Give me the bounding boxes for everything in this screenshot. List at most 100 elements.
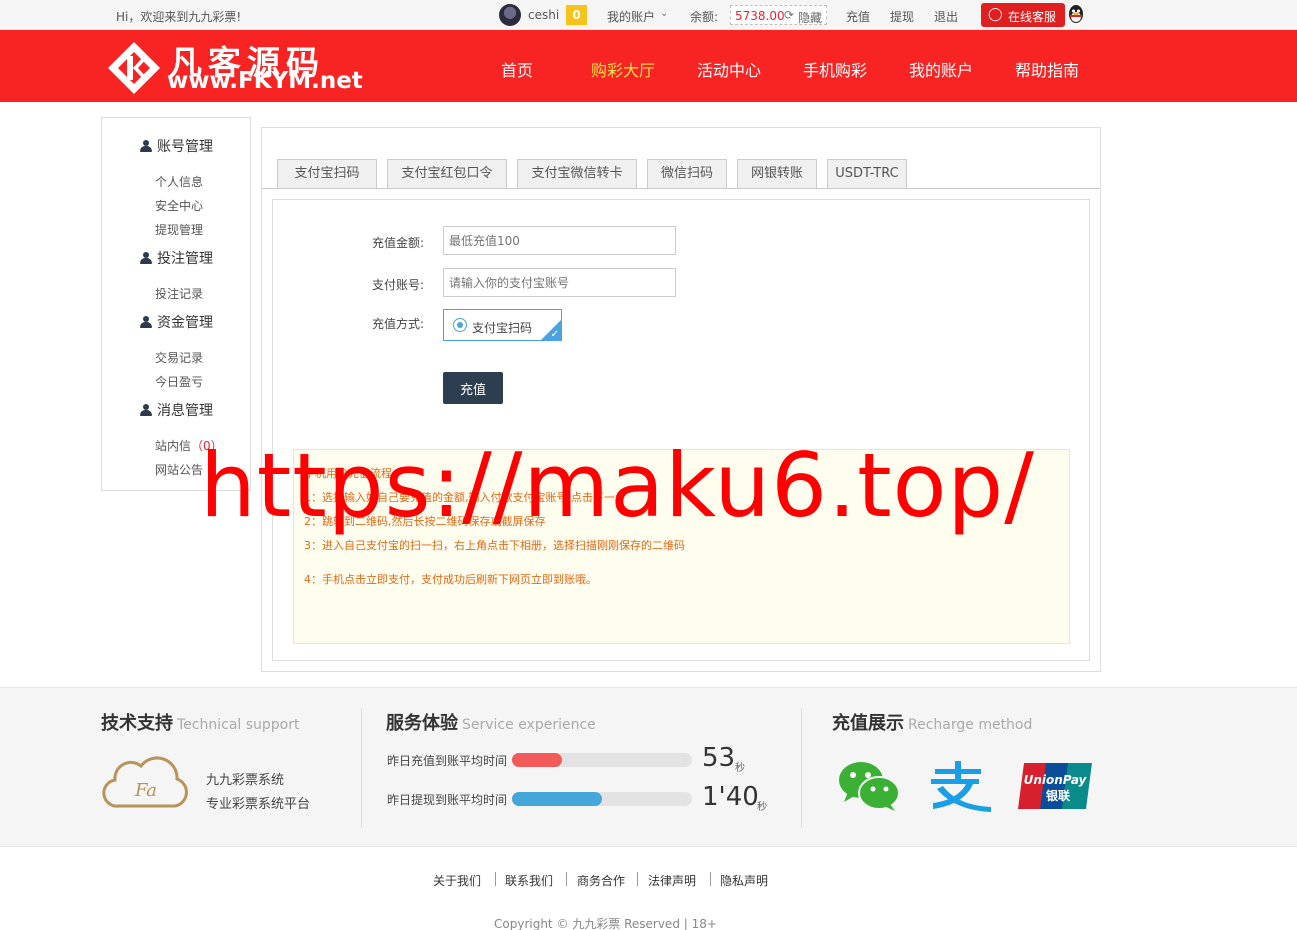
footer-link-privacy[interactable]: 隐私声明 bbox=[720, 872, 768, 889]
tab-bank-transfer[interactable]: 网银转账 bbox=[737, 159, 817, 189]
hide-balance-link[interactable]: 隐藏 bbox=[798, 9, 822, 26]
unionpay-text: UnionPay bbox=[1024, 773, 1088, 787]
footer-divider bbox=[801, 708, 802, 828]
footer-link-contact[interactable]: 联系我们 bbox=[505, 872, 553, 889]
recharge-time-bar bbox=[512, 753, 692, 767]
instruction-line: 4：手机点击立即支付，支付成功后刷新下网页立即到账哦。 bbox=[304, 573, 597, 586]
recharge-form-area: 充值金额: 支付账号: 充值方式: 支付宝扫码 ✓ 充值 手机用户充值流程: 1… bbox=[272, 199, 1090, 661]
footer-divider bbox=[361, 708, 362, 828]
online-service-button[interactable]: ◯ 在线客服 bbox=[981, 3, 1065, 27]
cloud-logo-icon: Fa bbox=[102, 756, 188, 808]
user-icon bbox=[140, 316, 152, 328]
sidebar-section-betting[interactable]: 投注管理 bbox=[140, 248, 213, 268]
top-bar: Hi，欢迎来到九九彩票! ceshi 0 我的账户 ⌄ 余额: 5738.00 … bbox=[0, 0, 1297, 30]
user-avatar[interactable] bbox=[499, 4, 521, 26]
tab-wechat-scan[interactable]: 微信扫码 bbox=[647, 159, 727, 189]
recharge-submit-button[interactable]: 充值 bbox=[443, 372, 503, 404]
instruction-line: 3：进入自己支付宝的扫一扫，右上角点击下相册，选择扫描刚刚保存的二维码 bbox=[304, 539, 685, 552]
footer-link-business[interactable]: 商务合作 bbox=[577, 872, 625, 889]
cloud-text: Fa bbox=[134, 780, 157, 801]
sidebar-section-title: 投注管理 bbox=[157, 251, 213, 267]
sidebar-section-title: 资金管理 bbox=[157, 315, 213, 331]
logo-mark-icon bbox=[108, 42, 160, 94]
tab-alipay-wechat-card[interactable]: 支付宝微信转卡 bbox=[517, 159, 637, 189]
pay-method-alipay-scan[interactable]: 支付宝扫码 ✓ bbox=[443, 309, 562, 341]
sidebar-item-security[interactable]: 安全中心 bbox=[155, 197, 203, 214]
footer-link-legal[interactable]: 法律声明 bbox=[648, 872, 696, 889]
method-label: 充值方式: bbox=[372, 317, 425, 331]
recharge-time-label: 昨日充值到账平均时间 bbox=[387, 754, 508, 768]
pay-account-input[interactable] bbox=[443, 268, 676, 297]
online-service-label: 在线客服 bbox=[1008, 10, 1057, 24]
my-account-menu[interactable]: 我的账户 bbox=[607, 8, 655, 25]
footer-info: 技术支持 Technical support Fa 九九彩票系统 专业彩票系统平台… bbox=[0, 687, 1297, 847]
site-logo[interactable]: 凡客源码 www.FKYM.net bbox=[101, 32, 365, 98]
wechat-icon bbox=[839, 762, 900, 811]
tab-usdt-trc[interactable]: USDT-TRC bbox=[827, 159, 907, 189]
welcome-text: Hi，欢迎来到九九彩票! bbox=[116, 10, 242, 24]
withdraw-time-value: 1'40 bbox=[702, 782, 759, 812]
footer-link-separator bbox=[566, 872, 567, 886]
copyright-text: Copyright © 九九彩票 Reserved | 18+ bbox=[494, 917, 717, 930]
sidebar-item-announcements[interactable]: 网站公告 bbox=[155, 461, 203, 478]
nav-my-account[interactable]: 我的账户 bbox=[909, 57, 973, 81]
nav-home[interactable]: 首页 bbox=[501, 57, 533, 81]
radio-selected-icon bbox=[453, 318, 467, 332]
amount-input[interactable] bbox=[443, 226, 676, 255]
sidebar-item-bet-records[interactable]: 投注记录 bbox=[155, 285, 203, 302]
withdraw-link[interactable]: 提现 bbox=[890, 8, 914, 25]
footer-link-separator bbox=[495, 872, 496, 886]
nav-help-guide[interactable]: 帮助指南 bbox=[1015, 57, 1079, 81]
recharge-methods-title: 充值展示 Recharge method bbox=[832, 709, 1032, 735]
service-title-cn: 服务体验 bbox=[386, 713, 458, 734]
vip-badge: 0 bbox=[566, 5, 587, 25]
user-icon bbox=[140, 404, 152, 416]
qq-penguin-icon[interactable] bbox=[1067, 4, 1085, 24]
recharge-link[interactable]: 充值 bbox=[846, 8, 870, 25]
sidebar-item-transactions[interactable]: 交易记录 bbox=[155, 349, 203, 366]
url-watermark: https://maku6.top/ bbox=[200, 434, 1035, 537]
recharge-panel: 支付宝扫码 支付宝红包口令 支付宝微信转卡 微信扫码 网银转账 USDT-TRC… bbox=[261, 127, 1101, 672]
unionpay-icon: UnionPay 银联 bbox=[1018, 763, 1092, 809]
tab-alipay-scan[interactable]: 支付宝扫码 bbox=[277, 159, 377, 189]
footer-link-separator bbox=[637, 872, 638, 886]
amount-label: 充值金额: bbox=[372, 236, 425, 250]
sidebar-section-title: 账号管理 bbox=[157, 139, 213, 155]
refresh-icon[interactable]: ⟳ bbox=[784, 8, 794, 22]
logout-link[interactable]: 退出 bbox=[934, 8, 958, 25]
tech-title-cn: 技术支持 bbox=[101, 713, 173, 734]
sidebar-section-title: 消息管理 bbox=[157, 403, 213, 419]
balance-value: 5738.00 bbox=[735, 9, 785, 23]
headset-icon: ◯ bbox=[988, 7, 1003, 22]
balance-label: 余额: bbox=[690, 10, 719, 24]
footer-link-separator bbox=[710, 872, 711, 886]
alipay-icon bbox=[931, 761, 991, 812]
sidebar-section-messages[interactable]: 消息管理 bbox=[140, 400, 213, 420]
balance-box: 5738.00 ⟳ 隐藏 bbox=[730, 5, 827, 25]
sidebar-item-today-pnl[interactable]: 今日盈亏 bbox=[155, 373, 203, 390]
sidebar-section-account[interactable]: 账号管理 bbox=[140, 136, 213, 156]
nav-activity-center[interactable]: 活动中心 bbox=[697, 57, 761, 81]
service-title-en: Service experience bbox=[462, 717, 596, 733]
recharge-time-fill bbox=[512, 753, 563, 767]
unionpay-cn-text: 银联 bbox=[1046, 788, 1070, 803]
account-label: 支付账号: bbox=[372, 278, 425, 292]
withdraw-time-bar bbox=[512, 792, 692, 806]
nav-mobile-lottery[interactable]: 手机购彩 bbox=[803, 57, 867, 81]
username[interactable]: ceshi bbox=[528, 8, 559, 22]
sidebar-section-funds[interactable]: 资金管理 bbox=[140, 312, 213, 332]
recharge-title-en: Recharge method bbox=[908, 717, 1033, 733]
sidebar-item-personal-info[interactable]: 个人信息 bbox=[155, 173, 203, 190]
footer-link-about[interactable]: 关于我们 bbox=[433, 872, 481, 889]
withdraw-time-label: 昨日提现到账平均时间 bbox=[387, 793, 508, 807]
tab-alipay-redpacket[interactable]: 支付宝红包口令 bbox=[387, 159, 507, 189]
logo-url: www.FKYM.net bbox=[167, 68, 363, 94]
chevron-down-icon[interactable]: ⌄ bbox=[660, 8, 668, 19]
nav-lottery-hall[interactable]: 购彩大厅 bbox=[591, 57, 655, 81]
tech-line-1: 九九彩票系统 bbox=[206, 773, 285, 788]
tech-support-title: 技术支持 Technical support bbox=[101, 709, 300, 735]
tech-line-2: 专业彩票系统平台 bbox=[206, 797, 311, 812]
sidebar-item-withdraw-mgmt[interactable]: 提现管理 bbox=[155, 221, 203, 238]
tech-title-en: Technical support bbox=[177, 717, 300, 733]
inbox-label: 站内信 bbox=[155, 439, 192, 453]
